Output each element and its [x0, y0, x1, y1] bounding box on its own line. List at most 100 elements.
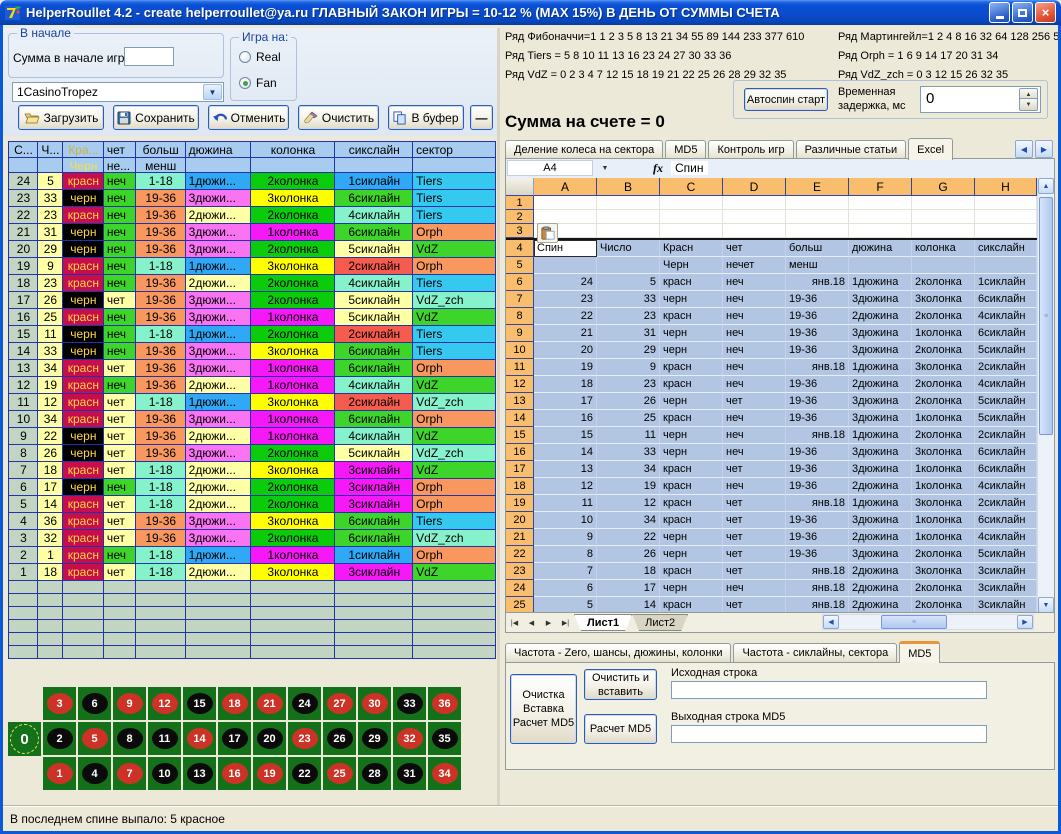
excel-column-header-B[interactable]: B: [597, 178, 660, 196]
excel-row-header-9[interactable]: 9: [506, 325, 534, 342]
md5-output-input[interactable]: [671, 725, 987, 743]
excel-cell[interactable]: 26: [597, 393, 660, 410]
excel-cell[interactable]: черн: [660, 444, 723, 461]
fx-icon[interactable]: fx: [653, 161, 663, 176]
excel-cell[interactable]: красн: [660, 495, 723, 512]
excel-row-header-11[interactable]: 11: [506, 359, 534, 376]
excel-cell[interactable]: 1колонка: [912, 325, 975, 342]
roulette-cell-13[interactable]: 13: [183, 757, 216, 790]
excel-cell[interactable]: чет: [723, 563, 786, 580]
scroll-left-icon[interactable]: ◀: [823, 615, 839, 629]
excel-cell[interactable]: 34: [597, 461, 660, 478]
excel-cell[interactable]: 5: [597, 274, 660, 291]
excel-cell[interactable]: 10: [534, 512, 597, 529]
roulette-cell-7[interactable]: 7: [113, 757, 146, 790]
excel-cell[interactable]: 1дюжина: [849, 359, 912, 376]
excel-row-header-20[interactable]: 20: [506, 512, 534, 529]
excel-row-header-19[interactable]: 19: [506, 495, 534, 512]
excel-cell[interactable]: 5сиклайн: [975, 393, 1037, 410]
excel-cell[interactable]: красн: [660, 410, 723, 427]
excel-cell[interactable]: [597, 210, 660, 224]
excel-row-header-3[interactable]: 3: [506, 224, 534, 238]
excel-cell[interactable]: неч: [723, 376, 786, 393]
excel-cell[interactable]: красн: [660, 597, 723, 613]
excel-cell[interactable]: неч: [723, 478, 786, 495]
start-sum-input[interactable]: [124, 47, 174, 66]
excel-cell[interactable]: чет: [723, 529, 786, 546]
excel-row-header-16[interactable]: 16: [506, 444, 534, 461]
excel-column-header-D[interactable]: D: [723, 178, 786, 196]
excel-cell[interactable]: колонка: [912, 240, 975, 257]
cell-name-box[interactable]: A4: [507, 160, 593, 176]
roulette-cell-6[interactable]: 6: [78, 687, 111, 720]
excel-cell[interactable]: [660, 196, 723, 210]
excel-column-header-H[interactable]: H: [975, 178, 1037, 196]
excel-cell[interactable]: 1колонка: [912, 512, 975, 529]
excel-cell[interactable]: [849, 210, 912, 224]
excel-cell[interactable]: 3дюжина: [849, 512, 912, 529]
excel-cell[interactable]: 2дюжина: [849, 580, 912, 597]
excel-cell[interactable]: [975, 196, 1037, 210]
roulette-cell-15[interactable]: 15: [183, 687, 216, 720]
undo-button[interactable]: Отменить: [208, 105, 289, 130]
excel-cell[interactable]: 25: [597, 410, 660, 427]
excel-cell[interactable]: [723, 224, 786, 238]
excel-cell[interactable]: 23: [534, 291, 597, 308]
excel-cell[interactable]: 11: [534, 495, 597, 512]
excel-cell[interactable]: 8: [534, 546, 597, 563]
excel-horizontal-scrollbar[interactable]: ◀ ≡ ▶: [822, 614, 1034, 630]
roulette-zero-cell[interactable]: 0: [8, 722, 41, 756]
excel-cell[interactable]: [912, 196, 975, 210]
roulette-cell-12[interactable]: 12: [148, 687, 181, 720]
excel-cell[interactable]: 20: [534, 342, 597, 359]
roulette-cell-28[interactable]: 28: [358, 757, 391, 790]
source-string-input[interactable]: [671, 681, 987, 699]
excel-cell[interactable]: 19-36: [786, 325, 849, 342]
excel-cell[interactable]: 19-36: [786, 342, 849, 359]
excel-cell[interactable]: [786, 210, 849, 224]
excel-cell[interactable]: 3колонка: [912, 359, 975, 376]
excel-cell[interactable]: 5сиклайн: [975, 546, 1037, 563]
excel-cell[interactable]: нечет: [723, 257, 786, 274]
minimize-button[interactable]: [989, 2, 1010, 23]
excel-cell[interactable]: 1сиклайн: [975, 274, 1037, 291]
excel-cell[interactable]: 1дюжина: [849, 274, 912, 291]
roulette-cell-25[interactable]: 25: [323, 757, 356, 790]
excel-cell[interactable]: 5: [534, 597, 597, 613]
excel-row-header-8[interactable]: 8: [506, 308, 534, 325]
excel-cell[interactable]: [975, 257, 1037, 274]
excel-cell[interactable]: 1колонка: [912, 478, 975, 495]
excel-cell[interactable]: 14: [597, 597, 660, 613]
excel-cell[interactable]: неч: [723, 325, 786, 342]
excel-cell[interactable]: 2колонка: [912, 580, 975, 597]
excel-cell[interactable]: [849, 224, 912, 238]
excel-cell[interactable]: чет: [723, 512, 786, 529]
excel-cell[interactable]: 2дюжина: [849, 563, 912, 580]
excel-cell[interactable]: [660, 224, 723, 238]
excel-column-header-G[interactable]: G: [912, 178, 975, 196]
scroll-right-icon[interactable]: ▶: [1017, 615, 1033, 629]
clear-paste-calc-md5-button[interactable]: Очистка Вставка Расчет MD5: [510, 674, 577, 744]
roulette-cell-30[interactable]: 30: [358, 687, 391, 720]
roulette-cell-34[interactable]: 34: [428, 757, 461, 790]
excel-cell[interactable]: Число: [597, 240, 660, 257]
excel-cell[interactable]: 19-36: [786, 546, 849, 563]
excel-cell[interactable]: 34: [597, 512, 660, 529]
sheet-last-icon[interactable]: ▶|: [557, 615, 574, 631]
excel-cell[interactable]: янв.18: [786, 427, 849, 444]
excel-cell[interactable]: 23: [597, 376, 660, 393]
excel-row-header-7[interactable]: 7: [506, 291, 534, 308]
excel-column-header-E[interactable]: E: [786, 178, 849, 196]
chevron-down-icon[interactable]: ▼: [203, 84, 222, 100]
excel-column-header-C[interactable]: C: [660, 178, 723, 196]
excel-cell[interactable]: неч: [723, 342, 786, 359]
radio-icon[interactable]: [239, 51, 251, 63]
excel-corner-cell[interactable]: [506, 178, 534, 196]
excel-cell[interactable]: 5сиклайн: [975, 410, 1037, 427]
tab-scroll-left-icon[interactable]: ◀: [1015, 140, 1033, 158]
excel-cell[interactable]: 1дюжина: [849, 427, 912, 444]
excel-cell[interactable]: 13: [534, 461, 597, 478]
excel-row-header-2[interactable]: 2: [506, 210, 534, 224]
paste-options-icon[interactable]: [537, 223, 558, 243]
excel-cell[interactable]: дюжина: [849, 240, 912, 257]
